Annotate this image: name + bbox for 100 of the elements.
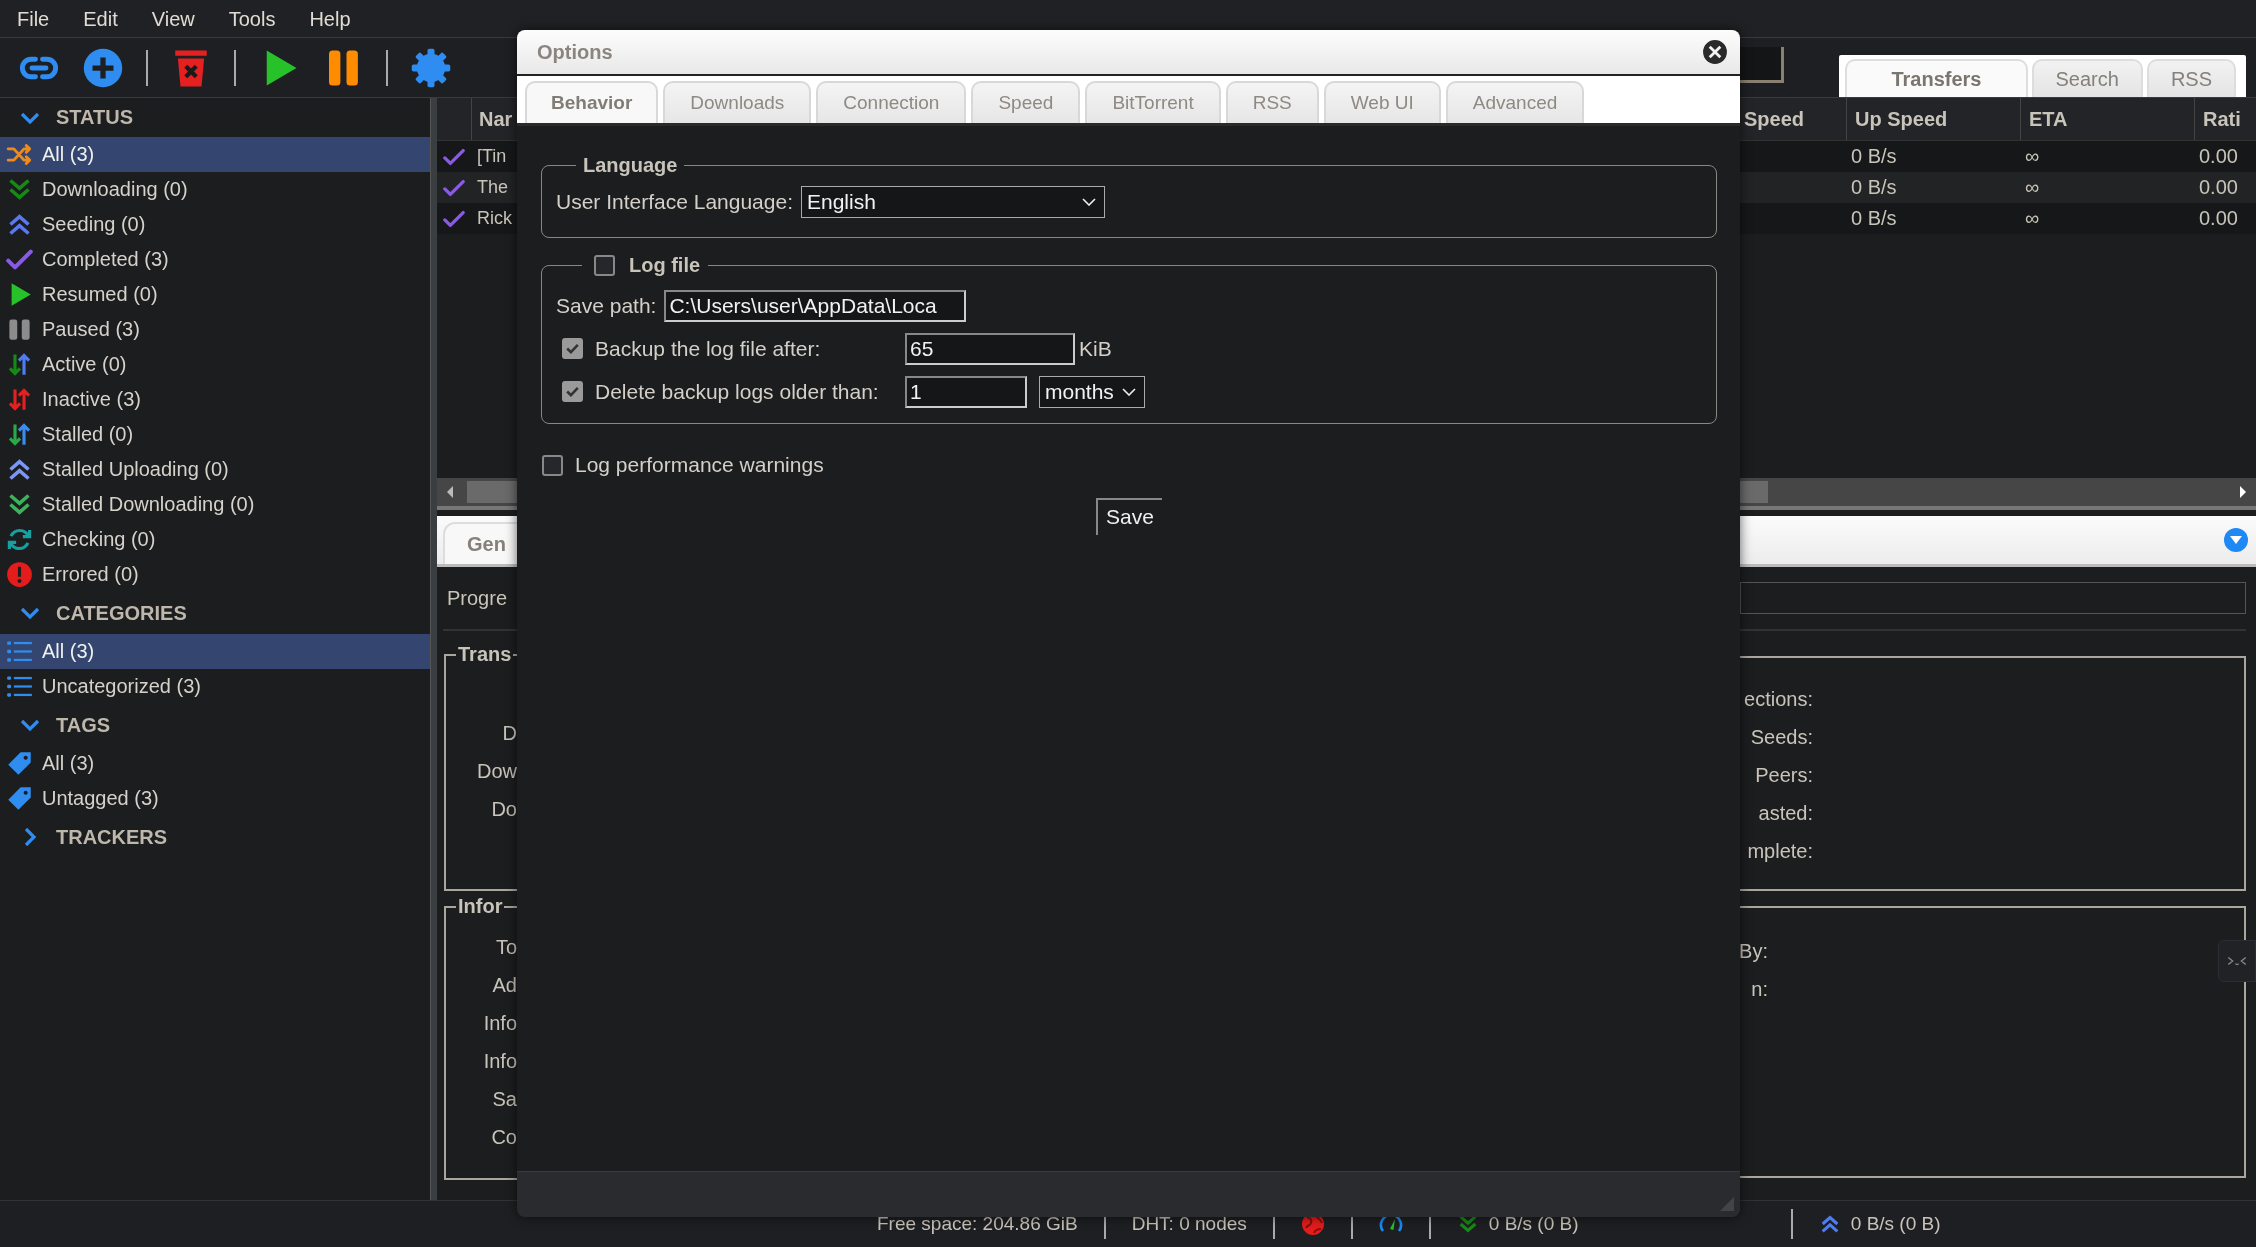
download-speed: 0 B/s (0 B) (1488, 1213, 1579, 1235)
column-header[interactable]: Rati (2194, 98, 2256, 140)
field-label: Seeds: (1750, 725, 1813, 749)
field-label: User Interface Language: (556, 190, 793, 214)
column-header[interactable]: ETA (2020, 98, 2194, 140)
filter-item[interactable]: Uncategorized (3) (0, 669, 430, 704)
group-legend: Log file (629, 254, 701, 277)
resize-grip-icon[interactable] (1720, 1197, 1734, 1211)
column-header[interactable]: Up Speed (1846, 98, 2020, 140)
tab[interactable]: Transfers (1845, 59, 2028, 97)
field-label: Progre (447, 586, 508, 610)
arrows-icon (6, 386, 33, 413)
close-icon[interactable] (1702, 39, 1728, 65)
field-label: Save path: (556, 294, 657, 318)
dht-text: DHT: 0 nodes (1131, 1213, 1247, 1235)
field-label: ections: (1744, 687, 1813, 711)
field-label: Delete backup logs older than: (595, 379, 880, 404)
filter-item[interactable]: Stalled Uploading (0) (0, 452, 430, 487)
free-space-text: Free space: 204.86 GiB (877, 1213, 1078, 1235)
dropdown-icon[interactable] (2224, 528, 2248, 552)
scrollbar[interactable] (1740, 478, 2256, 510)
field-label: By: (1740, 939, 1768, 963)
menu-item[interactable]: Tools (211, 3, 293, 34)
scroll-left-icon[interactable] (445, 485, 455, 499)
tag-icon (6, 750, 33, 777)
table-cell-text: 0 B/s (1850, 145, 1898, 168)
save-button[interactable]: Save (1096, 498, 1162, 535)
filter-item[interactable]: All (3) (0, 746, 430, 781)
table-cell-text: Rick (476, 208, 512, 229)
language-select[interactable]: English (801, 186, 1105, 218)
group-legend: Trans (456, 643, 514, 666)
field-label: Co (491, 1125, 517, 1149)
filter-item[interactable]: All (3) (0, 137, 430, 172)
field-label: To (495, 935, 517, 959)
upload-speed: 0 B/s (0 B) (1850, 1213, 1941, 1235)
shuffle-icon (6, 141, 33, 168)
filter-item[interactable]: All (3) (0, 634, 430, 669)
field-label: Sa (492, 1087, 517, 1111)
field-label: n: (1751, 977, 1768, 1001)
filter-item[interactable]: Active (0) (0, 347, 430, 382)
table-cell-text: 0.00 (2198, 207, 2239, 230)
error-icon (6, 561, 33, 588)
group-legend: Language (576, 154, 685, 177)
filter-item[interactable]: Errored (0) (0, 557, 430, 592)
scroll-right-icon[interactable] (2238, 485, 2248, 499)
table-cell-text: The (476, 177, 509, 198)
tab[interactable]: Behavior (525, 81, 659, 123)
table-cell-text: 0.00 (2198, 176, 2239, 199)
filter-item[interactable]: Stalled Downloading (0) (0, 487, 430, 522)
table-cell-text: [Tin (476, 146, 507, 167)
caret-icon (1082, 198, 1096, 206)
field-label: Info (483, 1049, 517, 1073)
field-label: Ad (492, 973, 517, 997)
table-cell-text: 0.00 (2198, 145, 2239, 168)
field-label: Backup the log file after: (595, 336, 822, 361)
field-label: Info (483, 1011, 517, 1035)
refresh-icon (6, 526, 33, 553)
field-label: Dow (477, 759, 517, 783)
table-cell-text: ∞ (2024, 207, 2041, 230)
settings-icon[interactable] (410, 46, 452, 89)
menu-item[interactable]: Help (292, 3, 368, 34)
menu-item[interactable]: File (0, 3, 67, 34)
unit-label: KiB (1079, 336, 1112, 361)
checkbox[interactable] (594, 255, 615, 276)
filter-item[interactable]: Stalled (0) (0, 417, 430, 452)
add-icon[interactable] (82, 46, 124, 89)
tab[interactable]: Gen (443, 522, 517, 564)
scrollbar[interactable] (437, 478, 517, 510)
dialog-title: Options (537, 40, 613, 64)
column-header[interactable]: Speed (1740, 98, 1846, 140)
filter-item[interactable]: Resumed (0) (0, 277, 430, 312)
tag-icon (6, 785, 33, 812)
menu-item[interactable]: View (134, 3, 212, 34)
chevrons-icon (2226, 954, 2248, 968)
scroll-thumb[interactable] (467, 481, 517, 503)
scroll-thumb[interactable] (1740, 481, 1768, 503)
field-label: Do (491, 797, 517, 821)
filter-item[interactable]: Inactive (3) (0, 382, 430, 417)
save-path-field[interactable]: C:\Users\user\AppData\Loca (664, 290, 967, 322)
field-label: D (502, 721, 517, 745)
table-cell-text: 0 B/s (1850, 207, 1898, 230)
table-cell-text: ∞ (2024, 176, 2041, 199)
checkbox-label: Log performance warnings (575, 453, 824, 477)
field-label: asted: (1758, 801, 1813, 825)
checkbox[interactable] (542, 454, 563, 476)
table-cell-text: 0 B/s (1850, 176, 1898, 199)
filter-item[interactable]: Completed (3) (0, 242, 430, 277)
menu-item[interactable]: Edit (66, 3, 135, 34)
filter-item[interactable]: Checking (0) (0, 522, 430, 557)
filter-item[interactable]: Seeding (0) (0, 207, 430, 242)
filter-item[interactable]: Downloading (0) (0, 172, 430, 207)
arrows-icon (6, 421, 33, 448)
group-legend: Infor (456, 895, 505, 918)
arrows-icon (6, 351, 33, 378)
filter-item[interactable]: Untagged (3) (0, 781, 430, 816)
table-cell-text: ∞ (2024, 145, 2041, 168)
section-heading: TRACKERS (56, 825, 168, 849)
field-label: mplete: (1747, 839, 1813, 863)
field-label: Peers: (1755, 763, 1813, 787)
filter-item[interactable]: Paused (3) (0, 312, 430, 347)
